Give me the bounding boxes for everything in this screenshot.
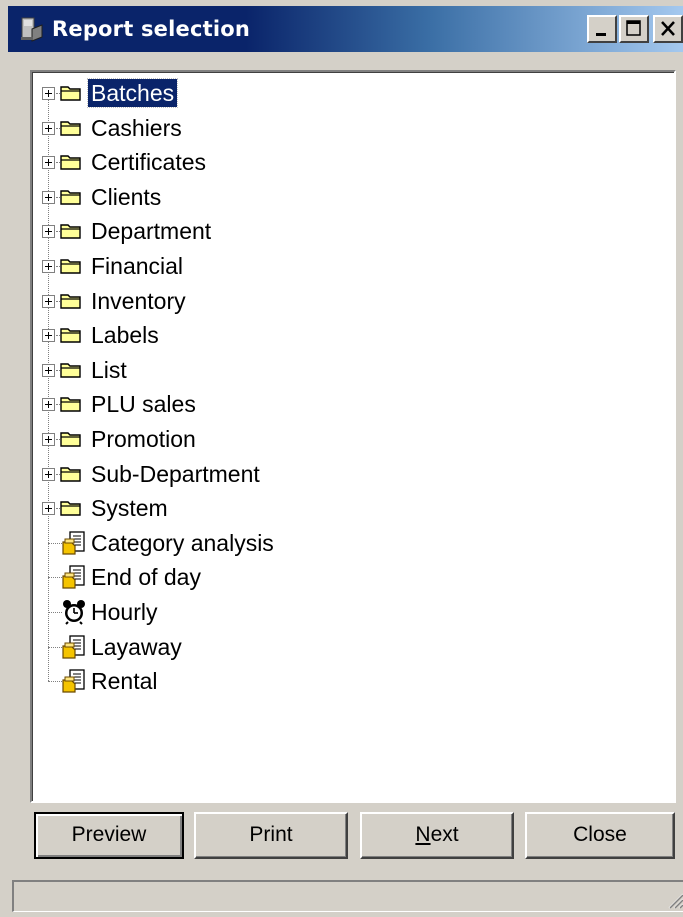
expand-icon[interactable] [42,363,55,377]
expand-icon[interactable] [42,87,55,100]
tree-item-label: Labels [91,322,159,349]
minimize-icon [596,33,606,36]
tree-connector-line [48,646,62,648]
folder-icon [60,363,81,378]
folder-icon [60,190,81,205]
next-label: ext [430,823,459,846]
folder-icon [60,432,81,447]
tree-folder-plu-sales[interactable]: PLU sales [32,389,672,419]
window-title: Report selection [52,17,251,41]
folder-icon [60,120,81,136]
close-button[interactable]: Close [525,812,675,859]
tree-item-label: End of day [91,564,201,591]
tree-folder-promotion[interactable]: Promotion [32,424,672,454]
tree-item-label: Inventory [91,287,186,314]
tree-report-rental[interactable]: Rental [32,666,672,696]
tree-report-category-analysis[interactable]: Category analysis [32,528,672,558]
folder-icon [60,259,81,274]
tree-item-label: Category analysis [91,529,274,556]
expand-icon[interactable] [42,502,55,516]
title-bar[interactable]: Report selection [8,6,683,52]
expand-icon[interactable] [42,433,55,446]
folder-icon [60,397,81,413]
expand-icon[interactable] [42,190,55,204]
tree-folder-list[interactable]: List [32,355,672,385]
report-icon [62,634,85,659]
tree-connector-line [48,577,62,579]
close-window-button[interactable] [653,15,683,43]
tree-report-layaway[interactable]: Layaway [32,632,672,662]
tree-report-end-of-day[interactable]: End of day [32,562,672,592]
next-button[interactable]: Next [360,812,514,859]
preview-button[interactable]: Preview [34,812,184,859]
expand-icon[interactable] [42,156,55,170]
expand-icon[interactable] [42,225,55,239]
title-buttons [585,15,683,43]
folder-icon [60,155,81,170]
tree-item-label: Clients [91,183,162,210]
tree-item-label: List [91,356,127,383]
tree-item-label: Cashiers [91,114,182,141]
tree-folder-inventory[interactable]: Inventory [32,286,672,316]
expand-icon[interactable] [42,329,55,343]
tree-item-label: Layaway [91,633,182,660]
expand-icon[interactable] [42,467,55,481]
tree-item-label: Financial [91,253,184,279]
expand-icon[interactable] [42,294,55,308]
print-button[interactable]: Print [194,812,348,859]
folder-icon [60,224,81,240]
report-icon [62,565,85,589]
next-mnemonic: N [415,823,431,846]
maximize-button[interactable] [619,15,649,43]
tree-item-label: Department [91,218,212,245]
report-app-icon[interactable] [18,15,44,43]
tree-connector-line [48,681,62,683]
alarm-clock-icon [63,600,85,625]
tree-folder-cashiers[interactable]: Cashiers [32,113,672,143]
tree-item-label: Promotion [91,426,196,452]
folder-icon [60,501,81,516]
tree-item-label: PLU sales [91,391,196,418]
report-selection-window: Report selection Batches Cashiers Certific [0,0,683,917]
expand-icon[interactable] [42,121,55,135]
report-tree[interactable]: Batches Cashiers Certificates Clients Depart… [30,70,676,803]
tree-item-label: Certificates [91,149,207,176]
folder-icon [60,86,81,101]
tree-folder-system[interactable]: System [32,493,672,523]
tree-item-label: Hourly [91,599,158,625]
tree-report-hourly[interactable]: Hourly [32,597,672,627]
tree-connector-line [48,542,62,544]
folder-icon [60,328,81,343]
folder-icon [60,466,81,482]
tree-item-label: Sub-Department [91,460,260,487]
report-icon [62,531,85,555]
tree-folder-financial[interactable]: Financial [32,251,672,281]
tree-item-label: System [91,495,168,522]
tree-folder-department[interactable]: Department [32,216,672,246]
tree-folder-sub-department[interactable]: Sub-Department [32,459,672,489]
tree-item-label: Batches [86,78,179,108]
tree-folder-batches[interactable]: Batches [32,78,672,108]
report-icon [62,669,85,693]
status-bar [12,880,683,912]
tree-connector-line [48,612,62,613]
tree-folder-clients[interactable]: Clients [32,182,672,212]
folder-icon [60,293,81,309]
close-icon [661,21,675,36]
resize-grip-icon[interactable] [664,889,683,909]
expand-icon[interactable] [42,398,55,412]
tree-folder-labels[interactable]: Labels [32,320,672,350]
expand-icon[interactable] [42,260,55,273]
minimize-button[interactable] [587,15,617,43]
maximize-icon [626,20,641,36]
tree-folder-certificates[interactable]: Certificates [32,147,672,177]
tree-item-label: Rental [91,668,158,695]
